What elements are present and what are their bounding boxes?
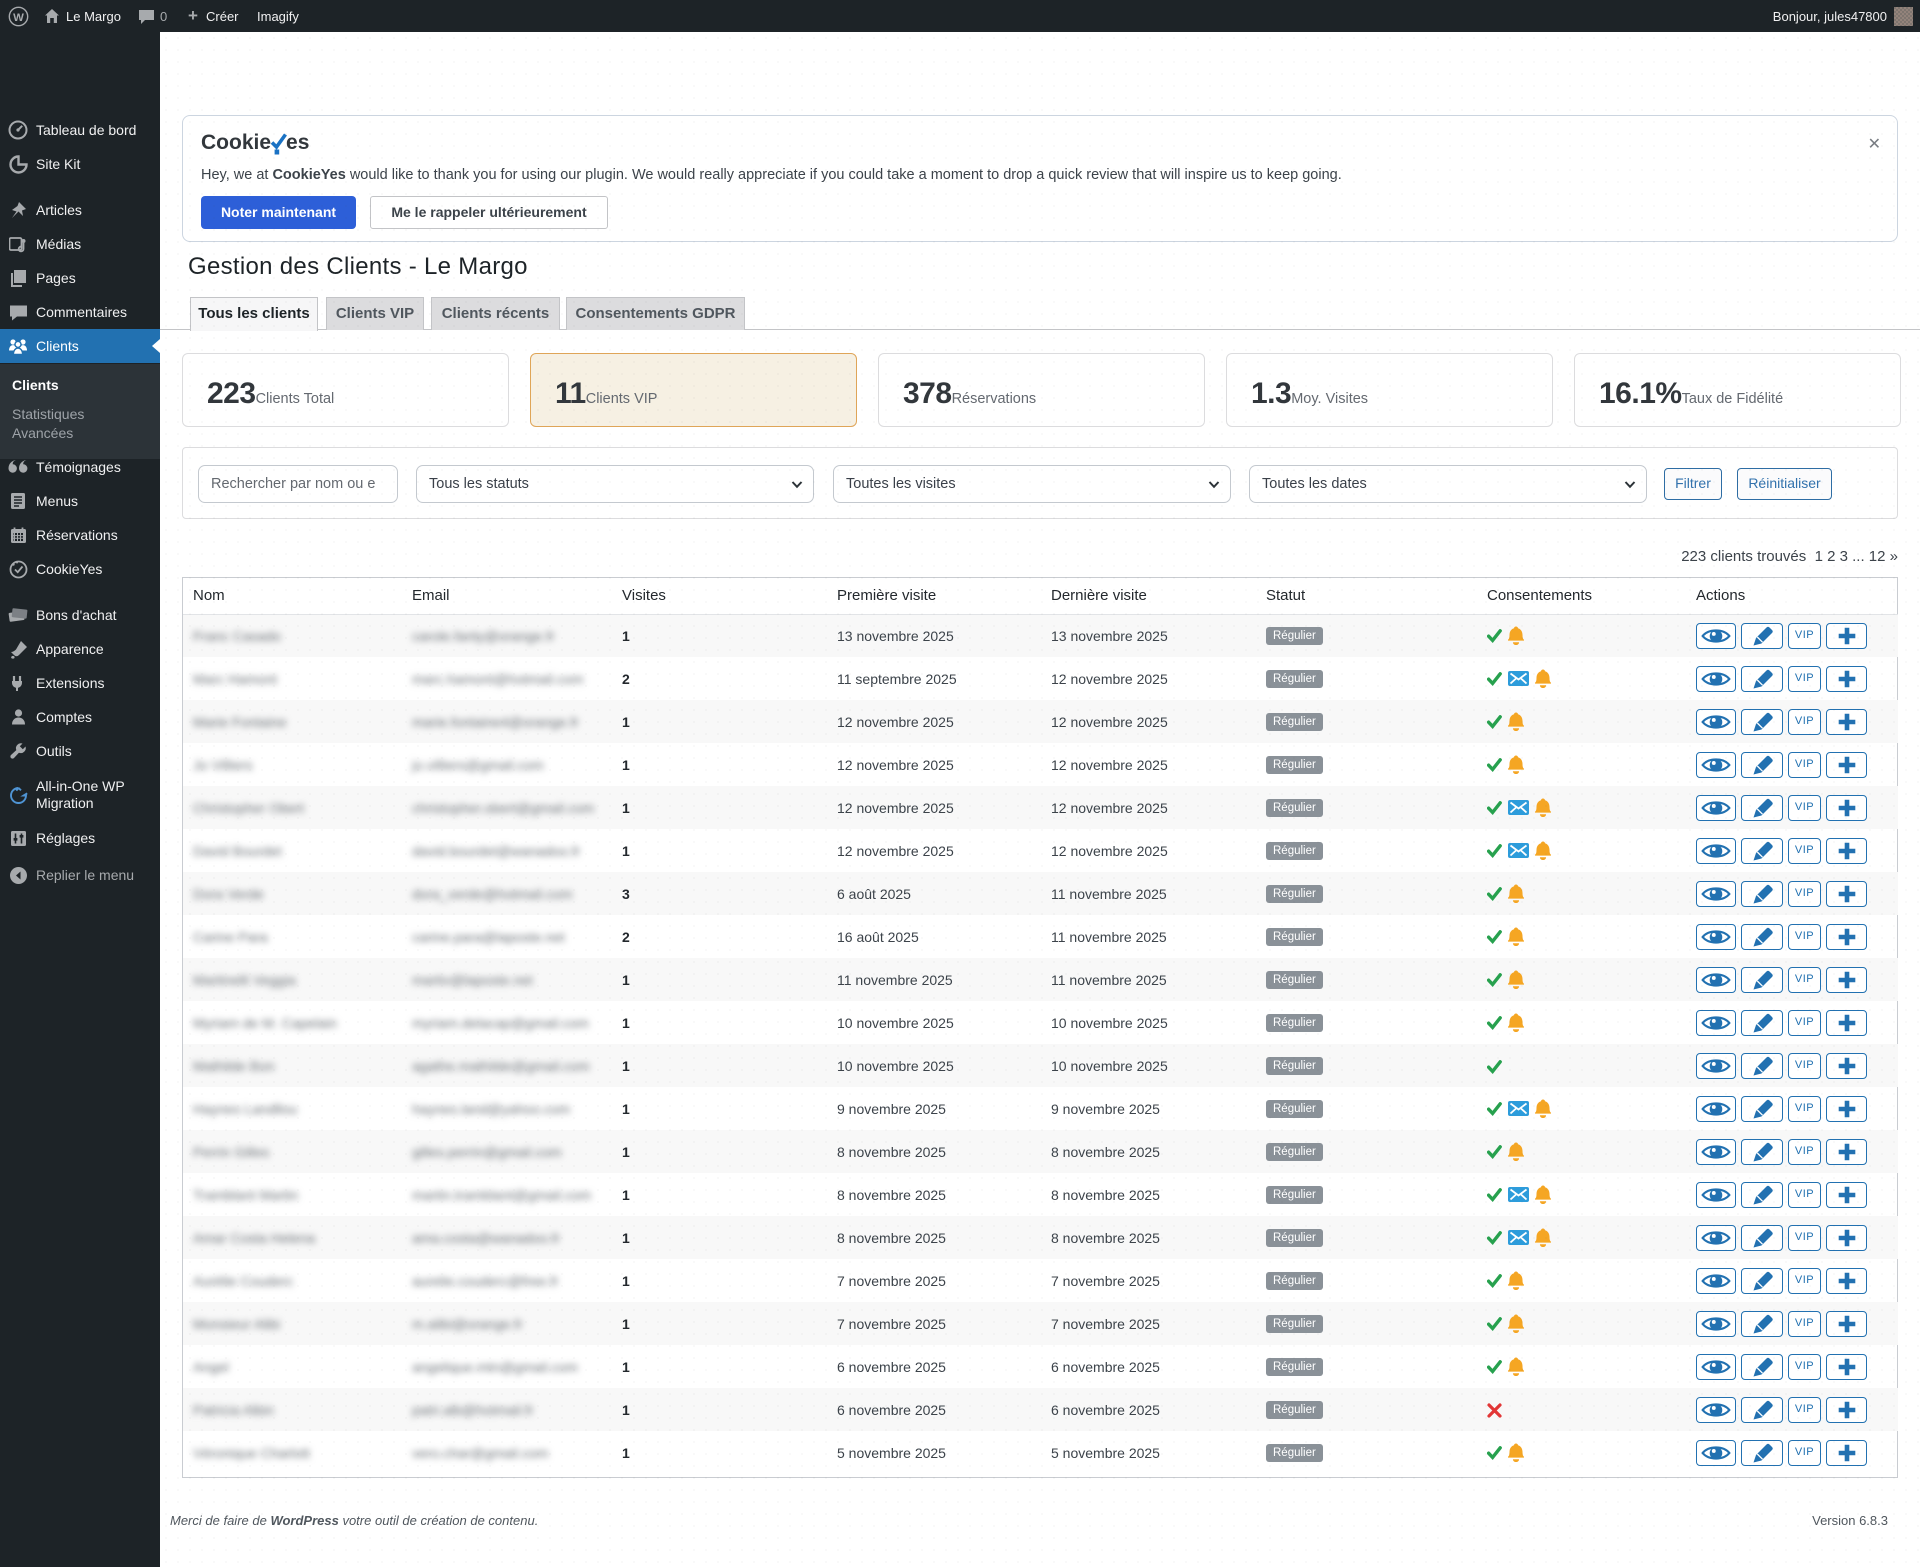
svg-text:W: W (13, 11, 24, 23)
